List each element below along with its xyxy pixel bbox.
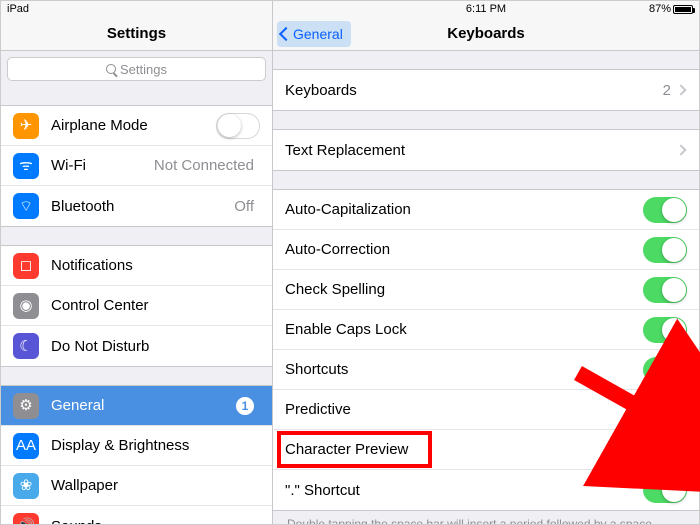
wifi-icon: ᯤ — [13, 153, 39, 179]
settings-group: ◻ Notifications ◉ Control Center ☾ Do Not Dis… — [1, 245, 272, 367]
sidebar-navbar: Settings — [1, 17, 272, 51]
search-container: Settings — [1, 51, 272, 87]
detail-navbar: General Keyboards — [273, 17, 699, 51]
chevron-left-icon — [279, 27, 293, 41]
row-check-spelling[interactable]: Check Spelling — [273, 270, 699, 310]
settings-group: ⚙ General1 AA Display & Brightness ❀ Wallpape… — [1, 385, 272, 524]
settings-group: Text Replacement — [273, 129, 699, 171]
search-placeholder: Settings — [120, 62, 167, 77]
control-center-icon: ◉ — [13, 293, 39, 319]
moon-icon: ☾ — [13, 333, 39, 359]
toggle-airplane-mode[interactable] — [216, 113, 260, 139]
sounds-icon: 🔊 — [13, 513, 39, 524]
row-value: 2 — [663, 82, 671, 99]
toggle-char-preview[interactable] — [643, 437, 687, 463]
back-button[interactable]: General — [277, 21, 351, 47]
device-label: iPad — [7, 3, 29, 15]
toggle-shortcuts[interactable] — [643, 357, 687, 383]
row-auto-cap[interactable]: Auto-Capitalization — [273, 190, 699, 230]
row-label: Wi-Fi — [51, 157, 154, 174]
row-label: Character Preview — [285, 441, 643, 458]
toggle-check-spelling[interactable] — [643, 277, 687, 303]
chevron-right-icon — [675, 144, 686, 155]
row-caps-lock[interactable]: Enable Caps Lock — [273, 310, 699, 350]
bluetooth-icon: ⌔ — [13, 193, 39, 219]
sidebar-title: Settings — [107, 25, 166, 42]
notifications-icon: ◻ — [13, 253, 39, 279]
row-text-replacement[interactable]: Text Replacement — [273, 130, 699, 170]
toggle-auto-cap[interactable] — [643, 197, 687, 223]
row-label: Auto-Correction — [285, 241, 643, 258]
row-auto-correct[interactable]: Auto-Correction — [273, 230, 699, 270]
group-footnote: Double tapping the space bar will insert… — [273, 511, 699, 524]
battery-status: 87% — [649, 3, 693, 15]
gear-icon: ⚙ — [13, 393, 39, 419]
detail-pane: 6:11 PM 87% General Keyboards Keyboards2… — [273, 1, 699, 524]
row-label: Auto-Capitalization — [285, 201, 643, 218]
back-label: General — [293, 26, 343, 42]
toggle-dot-shortcut[interactable] — [643, 477, 687, 503]
chevron-right-icon — [675, 84, 686, 95]
row-label: "." Shortcut — [285, 482, 643, 499]
row-label: Text Replacement — [285, 142, 677, 159]
row-bluetooth[interactable]: ⌔ BluetoothOff — [1, 186, 272, 226]
row-display[interactable]: AA Display & Brightness — [1, 426, 272, 466]
settings-sidebar: iPad Settings Settings ✈ Airplane Mode ᯤ Wi… — [1, 1, 273, 524]
row-label: Airplane Mode — [51, 117, 216, 134]
row-label: Display & Brightness — [51, 437, 260, 454]
row-label: Keyboards — [285, 82, 663, 99]
display-icon: AA — [13, 433, 39, 459]
row-label: Control Center — [51, 297, 260, 314]
toggle-auto-correct[interactable] — [643, 237, 687, 263]
row-label: Do Not Disturb — [51, 338, 260, 355]
row-value: Off — [234, 198, 254, 215]
row-label: Sounds — [51, 518, 260, 525]
wallpaper-icon: ❀ — [13, 473, 39, 499]
row-char-preview[interactable]: Character Preview — [273, 430, 699, 470]
row-dot-shortcut[interactable]: "." Shortcut — [273, 470, 699, 510]
row-label: Enable Caps Lock — [285, 321, 643, 338]
row-label: Notifications — [51, 257, 260, 274]
battery-icon — [673, 5, 693, 14]
toggle-predictive[interactable] — [643, 397, 687, 423]
battery-percent: 87% — [649, 3, 671, 15]
row-label: General — [51, 397, 236, 414]
status-bar-right: 6:11 PM 87% — [273, 1, 699, 17]
row-label: Predictive — [285, 401, 643, 418]
detail-title: Keyboards — [447, 25, 525, 42]
row-control-center[interactable]: ◉ Control Center — [1, 286, 272, 326]
status-bar-left: iPad — [1, 1, 272, 17]
row-general[interactable]: ⚙ General1 — [1, 386, 272, 426]
row-wifi[interactable]: ᯤ Wi-FiNot Connected — [1, 146, 272, 186]
row-dnd[interactable]: ☾ Do Not Disturb — [1, 326, 272, 366]
row-label: Bluetooth — [51, 198, 234, 215]
badge: 1 — [236, 397, 254, 415]
row-notifications[interactable]: ◻ Notifications — [1, 246, 272, 286]
settings-group: ✈ Airplane Mode ᯤ Wi-FiNot Connected ⌔ Blueto… — [1, 105, 272, 227]
row-wallpaper[interactable]: ❀ Wallpaper — [1, 466, 272, 506]
settings-group: Auto-Capitalization Auto-Correction Check … — [273, 189, 699, 511]
row-label: Check Spelling — [285, 281, 643, 298]
toggle-caps-lock[interactable] — [643, 317, 687, 343]
row-value: Not Connected — [154, 157, 254, 174]
row-airplane-mode[interactable]: ✈ Airplane Mode — [1, 106, 272, 146]
row-predictive[interactable]: Predictive — [273, 390, 699, 430]
row-shortcuts[interactable]: Shortcuts — [273, 350, 699, 390]
settings-group: Keyboards2 — [273, 69, 699, 111]
row-sounds[interactable]: 🔊 Sounds — [1, 506, 272, 524]
clock: 6:11 PM — [466, 3, 506, 15]
row-label: Wallpaper — [51, 477, 260, 494]
airplane-icon: ✈ — [13, 113, 39, 139]
search-input[interactable]: Settings — [7, 57, 266, 81]
row-keyboards-link[interactable]: Keyboards2 — [273, 70, 699, 110]
row-label: Shortcuts — [285, 361, 643, 378]
search-icon — [106, 64, 116, 74]
